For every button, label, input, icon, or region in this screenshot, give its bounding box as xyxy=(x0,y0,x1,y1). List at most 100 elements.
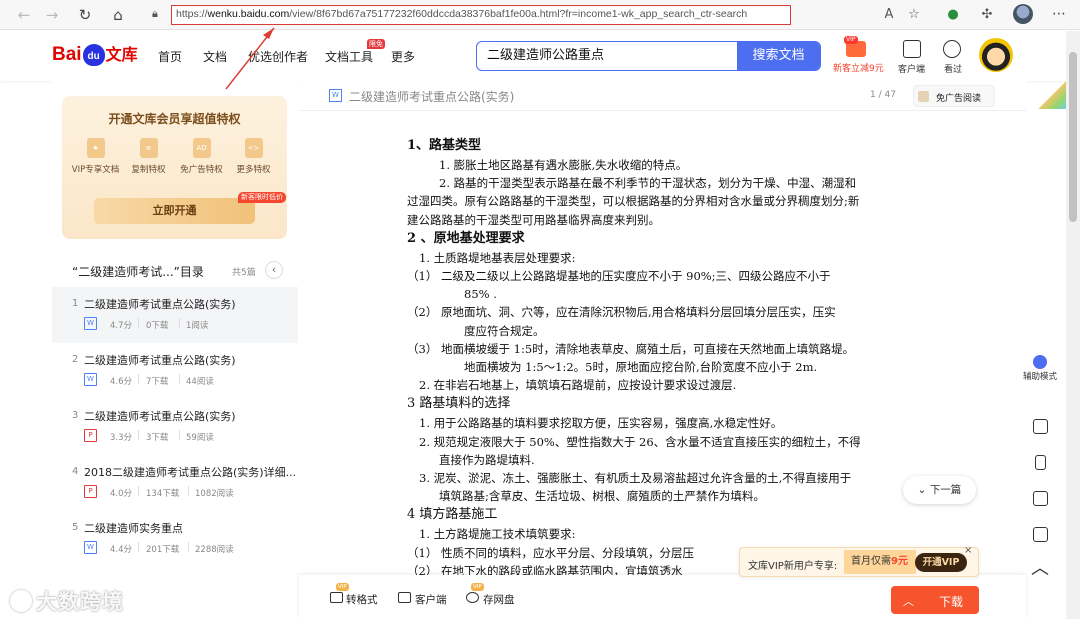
browser-toolbar: ← → ↻ ⌂ 🔒︎ https://wenku.baidu.com/view/… xyxy=(0,0,1080,30)
scrollbar-thumb[interactable] xyxy=(1069,52,1077,222)
nav-more[interactable]: 更多 xyxy=(391,48,415,65)
address-bar[interactable]: https://wenku.baidu.com/view/8f67bd67a75… xyxy=(171,5,791,25)
back-icon[interactable]: ← xyxy=(14,6,34,24)
toolbox-icon xyxy=(1032,419,1048,434)
browser-menu-icon[interactable]: ⋯ xyxy=(1052,6,1066,22)
chat-icon xyxy=(1032,491,1048,506)
next-document-button[interactable]: ⌄ 下一篇 xyxy=(903,476,976,504)
doc-line: 2. 路基的干湿类型表示路基在最不利季节的干湿状态，划分为干燥、中湿、潮湿和 xyxy=(439,176,857,191)
refresh-icon[interactable]: ↻ xyxy=(75,6,95,24)
toc-item-number: 4 xyxy=(72,466,79,477)
page-scrollbar[interactable] xyxy=(1066,31,1080,619)
sidebar: 开通文库会员享超值特权 ★ VIP专享文档 ≡ 复制特权 AD 免广告特权 <> 更多特… xyxy=(52,81,298,619)
meta-divider xyxy=(179,430,180,440)
new-user-offer-label[interactable]: 新客立减9元 xyxy=(833,61,884,74)
toc-item-downloads: 0下载 xyxy=(146,321,169,331)
document-viewer: W 二级建造师考试重点公路(实务) 1 / 47 免广告阅读 1、路基类型 1. … xyxy=(299,81,1026,619)
mobile-button[interactable] xyxy=(1023,455,1057,470)
toolbox-button[interactable] xyxy=(1023,419,1057,434)
nav-creators[interactable]: 优选创作者 xyxy=(248,48,308,65)
client-phone-icon[interactable] xyxy=(903,40,921,58)
favorite-star-icon[interactable]: ☆ xyxy=(905,7,923,22)
doc-line: 85% . xyxy=(464,287,497,302)
promo-text: 文库VIP新用户专享: xyxy=(748,561,838,572)
toc-title: “二级建造师考试...”目录 xyxy=(72,265,204,279)
vip-feature-copy[interactable]: ≡ 复制特权 xyxy=(121,138,176,175)
assist-icon xyxy=(1033,355,1047,369)
site-header: Bai du 文库 首页 文档 优选创作者 文档工具 限免 更多 二级建造师公路重点… xyxy=(0,31,1080,81)
search-input[interactable]: 二级建造师公路重点 xyxy=(487,42,604,69)
client-monitor-icon[interactable] xyxy=(398,592,411,603)
doc-line: 1. 用于公路路基的填料要求挖取方便，压实容易，强度高,水稳定性好。 xyxy=(419,416,783,431)
baidu-wenku-logo[interactable]: Bai du 文库 xyxy=(52,40,138,70)
next-label: 下一篇 xyxy=(929,484,962,496)
search-button[interactable]: 搜索文档 xyxy=(737,42,820,70)
lock-icon[interactable]: 🔒︎ xyxy=(152,7,158,21)
history-label[interactable]: 看过 xyxy=(944,62,962,75)
word-file-icon: W xyxy=(329,89,342,102)
chevron-up-icon[interactable]: ︿ xyxy=(903,593,914,609)
open-vip-button[interactable]: 立即开通 xyxy=(94,198,255,224)
profile-avatar[interactable] xyxy=(1013,4,1033,24)
extensions-puzzle-icon[interactable]: ✣ xyxy=(978,7,996,22)
back-to-top-button[interactable]: ︿ xyxy=(1023,560,1057,578)
doc-line: 1. 膨胀土地区路基有遇水膨胀,失水收缩的特点。 xyxy=(439,158,688,172)
no-ad-read-button[interactable]: 免广告阅读 xyxy=(913,85,995,107)
doc-title: 二级建造师考试重点公路(实务) xyxy=(349,90,515,104)
more-code-icon: <> xyxy=(244,138,263,158)
vip-feature-label: 免广告特权 xyxy=(180,165,223,175)
netdisk-icon[interactable] xyxy=(466,592,479,603)
toc-item[interactable]: 2 二级建造师考试重点公路(实务) W 4.6分 7下载 44阅读 xyxy=(52,343,298,399)
assist-mode-button[interactable]: 辅助模式 xyxy=(1023,355,1057,383)
doc-line: 过湿四类。原有公路路基的干湿类型，可以根据路基的分界相对含水量或分界稠度划分;新 xyxy=(407,194,860,209)
history-clock-icon[interactable] xyxy=(943,40,961,58)
toc-item-title: 2018二级建造师考试重点公路(实务)详细... xyxy=(84,466,297,479)
collapse-chevron-icon[interactable]: ‹ xyxy=(265,261,283,279)
logo-bai: Bai xyxy=(52,44,82,65)
toc-item[interactable]: 5 二级建造师实务重点 W 4.4分 201下载 2288阅读 xyxy=(52,511,298,567)
forward-icon[interactable]: → xyxy=(42,6,62,24)
vip-feature-more[interactable]: <> 更多特权 xyxy=(226,138,281,175)
toc-item[interactable]: 3 二级建造师考试重点公路(实务) P 3.3分 3下载 59阅读 xyxy=(52,399,298,455)
convert-format-button[interactable]: 转格式 xyxy=(346,592,378,607)
expand-icon xyxy=(918,91,929,102)
extension-icon[interactable]: ● xyxy=(944,7,962,22)
home-icon[interactable]: ⌂ xyxy=(108,6,128,24)
doc-line: 填筑路基;含草皮、生活垃圾、树根、腐殖质的土严禁作为填料。 xyxy=(439,489,765,504)
convert-format-icon[interactable] xyxy=(330,592,343,603)
toc-item-number: 1 xyxy=(72,298,79,309)
toc-item[interactable]: 1 二级建造师考试重点公路(实务) W 4.7分 0下载 1阅读 xyxy=(52,287,298,343)
doc-line: 1. 土方路堤施工技术填筑要求: xyxy=(419,527,576,542)
client-label[interactable]: 客户端 xyxy=(898,62,925,75)
toc-item-number: 5 xyxy=(72,522,79,533)
vip-feature-no-ad[interactable]: AD 免广告特权 xyxy=(174,138,229,175)
open-vip-promo-button[interactable]: 开通VIP xyxy=(915,553,967,572)
vip-feature-exclusive[interactable]: ★ VIP专享文档 xyxy=(68,138,123,175)
read-aloud-icon[interactable]: A xyxy=(880,7,898,22)
save-netdisk-button[interactable]: 存网盘 xyxy=(483,592,515,607)
nav-docs[interactable]: 文档 xyxy=(203,48,227,65)
client-button[interactable]: 客户端 xyxy=(415,592,447,607)
discount-badge: 新客限时低价 xyxy=(238,192,286,203)
pdf-file-icon: P xyxy=(84,429,97,442)
user-avatar[interactable] xyxy=(979,38,1013,72)
toc-item[interactable]: 4 2018二级建造师考试重点公路(实务)详细... P 4.0分 134下载 … xyxy=(52,455,298,511)
doc-heading: 4 填方路基施工 xyxy=(407,507,498,523)
phone-icon xyxy=(1034,455,1046,470)
nav-doc-tools[interactable]: 文档工具 xyxy=(325,48,373,65)
briefcase-button[interactable] xyxy=(1023,527,1057,542)
corner-ribbon[interactable] xyxy=(1038,81,1066,109)
nav-home[interactable]: 首页 xyxy=(158,48,182,65)
vip-promo-banner[interactable]: 文库VIP新用户专享: 首月仅需9元 开通VIP × xyxy=(739,545,979,577)
meta-divider xyxy=(188,542,189,552)
close-icon[interactable]: × xyxy=(964,545,972,556)
vip-card-title: 开通文库会员享超值特权 xyxy=(108,112,241,126)
doc-line: 建公路路基的干湿类型可用路基临界高度来判别。 xyxy=(407,212,660,227)
gift-icon[interactable]: VIP xyxy=(844,36,866,57)
toc-item-title: 二级建造师考试重点公路(实务) xyxy=(84,354,236,367)
download-button[interactable]: ︿ 下载 xyxy=(891,586,979,614)
feedback-button[interactable] xyxy=(1023,491,1057,506)
watermark-text: 大数跨境 xyxy=(36,590,124,614)
toc-item-number: 3 xyxy=(72,410,79,421)
toc-item-reads: 59阅读 xyxy=(186,433,214,443)
